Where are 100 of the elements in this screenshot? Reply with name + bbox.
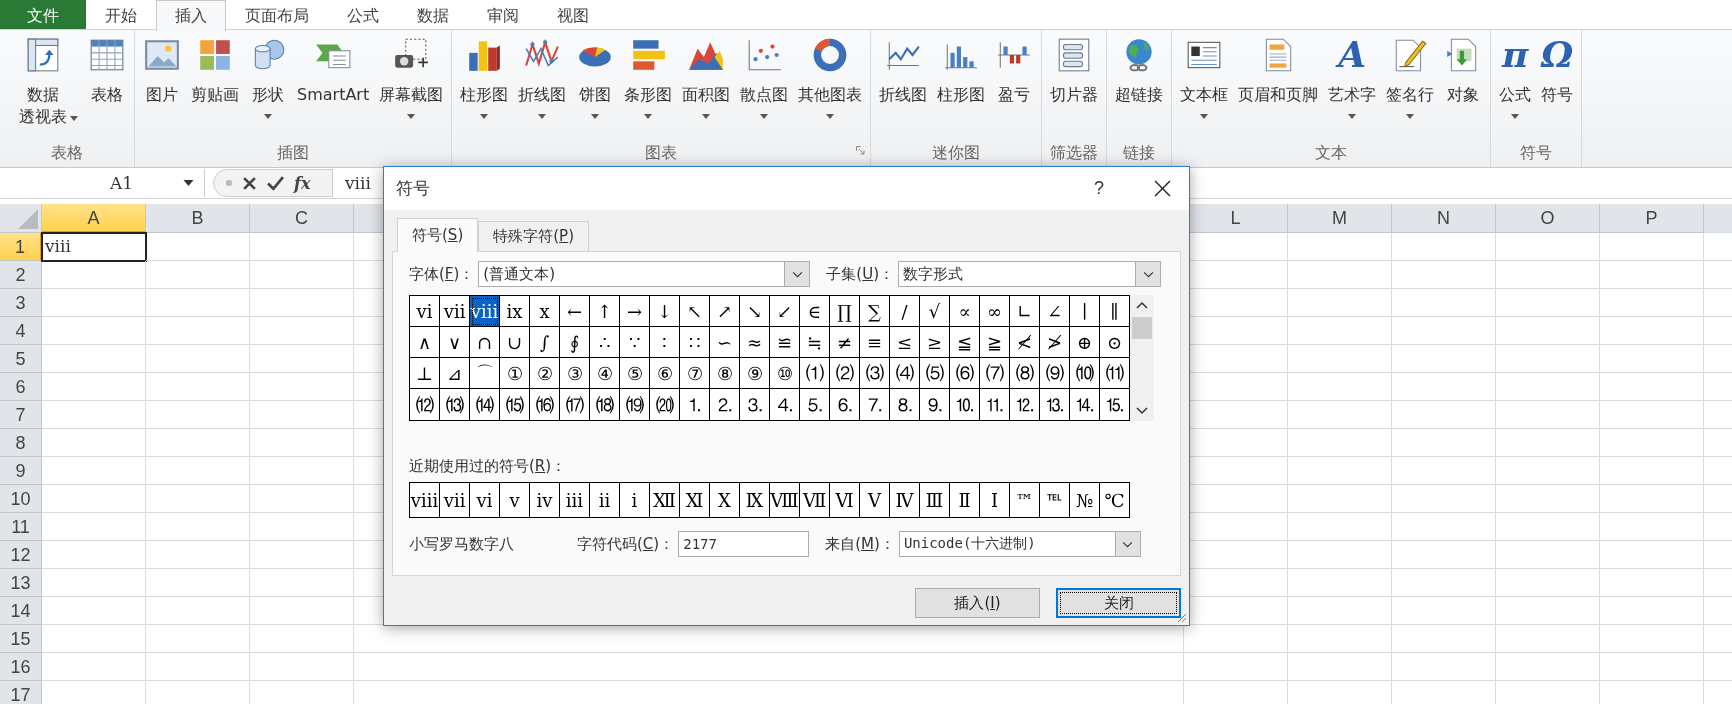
ribbon-button[interactable]: 超链接 [1110,34,1169,140]
table-cell[interactable] [1288,653,1392,681]
name-box[interactable]: A1 [0,169,205,197]
symbol-cell[interactable]: ∞ [980,296,1010,327]
symbol-cell[interactable]: ⑷ [890,358,920,389]
row-header[interactable]: 9 [0,457,42,485]
row-header[interactable]: 3 [0,289,42,317]
table-cell[interactable] [42,317,146,345]
table-cell[interactable] [1496,401,1600,429]
table-cell[interactable] [1600,345,1704,373]
symbol-cell[interactable]: ⑹ [950,358,980,389]
table-cell[interactable] [146,233,250,261]
symbol-cell[interactable]: ≦ [950,327,980,358]
symbol-cell[interactable]: ⑿ [410,389,440,420]
ribbon-button[interactable]: Ω 符号 [1536,34,1579,140]
row-header[interactable]: 13 [0,569,42,597]
symbol-cell[interactable]: ∪ [500,327,530,358]
table-cell[interactable] [1496,625,1600,653]
symbol-cell[interactable]: ⑸ [920,358,950,389]
table-cell[interactable] [42,289,146,317]
table-cell[interactable] [1184,653,1288,681]
row-header[interactable]: 17 [0,681,42,704]
ribbon-tab[interactable]: 文件 [0,0,86,29]
symbol-cell[interactable]: ⒇ [650,389,680,420]
row-header[interactable]: 1 [0,233,42,261]
table-cell[interactable] [146,429,250,457]
symbol-cell[interactable]: ≠ [830,327,860,358]
table-cell[interactable] [1496,485,1600,513]
table-cell[interactable] [1496,289,1600,317]
ribbon-tab[interactable]: 插入 [156,0,226,31]
symbol-cell[interactable]: Ⅷ [770,483,800,517]
table-cell[interactable] [250,597,354,625]
row-header[interactable]: 6 [0,373,42,401]
symbol-cell[interactable]: ⒁ [470,389,500,420]
symbol-cell[interactable]: ⑩ [770,358,800,389]
symbol-cell[interactable]: № [1070,483,1100,517]
symbol-cell[interactable]: ∴ [590,327,620,358]
table-cell[interactable] [146,541,250,569]
table-cell[interactable] [1496,513,1600,541]
symbol-cell[interactable]: ⒀ [440,389,470,420]
symbol-cell[interactable]: ⑴ [800,358,830,389]
table-cell[interactable] [354,653,1184,681]
row-header[interactable]: 15 [0,625,42,653]
table-cell[interactable] [42,597,146,625]
symbol-cell[interactable]: ∈ [800,296,830,327]
table-cell[interactable] [1392,597,1496,625]
table-cell[interactable] [1600,457,1704,485]
symbol-cell[interactable]: ⒕ [1070,389,1100,420]
symbol-cell[interactable]: ↙ [770,296,800,327]
symbol-cell[interactable]: ∝ [950,296,980,327]
table-cell[interactable] [42,485,146,513]
column-header[interactable] [1704,204,1732,233]
ribbon-button[interactable]: 对象 [1439,34,1488,140]
symbol-cell[interactable]: ⊥ [410,358,440,389]
symbol-cell[interactable]: ⑤ [620,358,650,389]
table-cell[interactable] [42,401,146,429]
table-cell[interactable] [1496,541,1600,569]
table-cell[interactable] [1392,261,1496,289]
formula-field[interactable]: viii [333,173,371,193]
table-cell[interactable] [146,513,250,541]
table-cell[interactable] [146,653,250,681]
symbol-cell[interactable]: ™ [1010,483,1040,517]
table-cell[interactable] [250,541,354,569]
row-header[interactable]: 10 [0,485,42,513]
table-cell[interactable] [1600,625,1704,653]
dialog-button[interactable]: 关闭 [1056,588,1181,618]
table-cell[interactable] [250,429,354,457]
table-cell[interactable] [1496,457,1600,485]
table-cell[interactable] [1288,401,1392,429]
table-cell[interactable] [1392,513,1496,541]
table-cell[interactable] [1288,429,1392,457]
table-cell[interactable] [146,401,250,429]
symbol-cell[interactable]: ≤ [890,327,920,358]
symbol-cell[interactable]: ⑽ [1070,358,1100,389]
ribbon-button[interactable]: SmartArt [292,34,375,140]
symbol-cell[interactable]: ≥ [920,327,950,358]
symbol-cell[interactable]: ⌒ [470,358,500,389]
table-cell[interactable] [42,625,146,653]
symbol-cell[interactable]: Ⅹ [710,483,740,517]
symbol-cell[interactable]: Ⅰ [980,483,1010,517]
table-cell[interactable] [1184,625,1288,653]
symbol-cell[interactable]: ↑ [590,296,620,327]
column-header[interactable]: C [250,204,354,233]
table-cell[interactable] [42,373,146,401]
table-cell[interactable] [1496,373,1600,401]
symbol-cell[interactable]: ⒐ [920,389,950,420]
ribbon-tab[interactable]: 公式 [328,0,398,29]
row-header[interactable]: 8 [0,429,42,457]
ribbon-tab[interactable]: 审阅 [468,0,538,29]
ribbon-button[interactable]: π 公式 [1494,34,1537,140]
row-header[interactable]: 2 [0,261,42,289]
symbol-cell[interactable]: ∣ [1070,296,1100,327]
table-cell[interactable] [146,289,250,317]
chevron-up-icon[interactable] [1136,301,1148,309]
table-cell[interactable] [1496,429,1600,457]
symbol-cell[interactable]: ℡ [1040,483,1070,517]
table-cell[interactable] [250,513,354,541]
symbol-cell[interactable]: Ⅵ [830,483,860,517]
table-cell[interactable] [1600,485,1704,513]
table-cell[interactable] [1288,513,1392,541]
